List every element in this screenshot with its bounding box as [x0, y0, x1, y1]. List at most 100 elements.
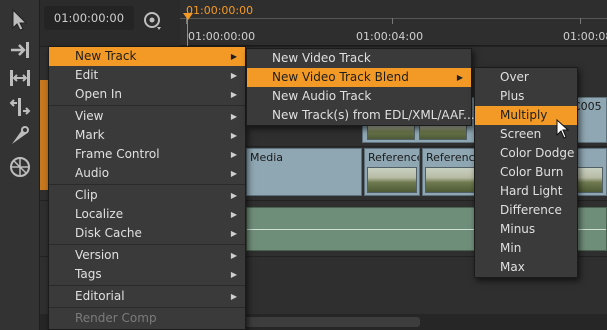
menu-item-frame-control[interactable]: Frame Control ▶ [49, 145, 245, 164]
track-select-tool-icon[interactable] [8, 38, 32, 62]
clip-thumbnail [367, 167, 417, 193]
menu-item-label: New Video Track [272, 51, 371, 65]
new-track-submenu: New Video Track New Video Track Blend ▶ New… [246, 48, 475, 126]
menu-item-label: New Track [75, 49, 137, 63]
menu-item-label: Max [500, 260, 525, 274]
menu-item-label: Min [500, 241, 522, 255]
razor-tool-icon[interactable] [8, 124, 32, 148]
menu-item-clip[interactable]: Clip ▶ [49, 186, 245, 205]
blend-item-minus[interactable]: Minus [475, 220, 577, 239]
menu-item-new-track[interactable]: New Track ▶ [49, 47, 245, 66]
playhead-marker[interactable] [183, 13, 193, 20]
blend-item-max[interactable]: Max [475, 258, 577, 277]
submenu-arrow-icon: ▶ [230, 52, 237, 61]
new-track-item-new-video-track[interactable]: New Video Track [247, 49, 471, 68]
reference-clip[interactable]: Reference [364, 148, 420, 196]
submenu-arrow-icon: ▶ [230, 169, 237, 178]
menu-item-label: Multiply [500, 108, 548, 122]
menu-item-label: New Track(s) from EDL/XML/AAF... [272, 108, 475, 122]
submenu-arrow-icon: ▶ [230, 71, 237, 80]
submenu-arrow-icon: ▶ [230, 210, 237, 219]
menu-item-label: Minus [500, 222, 536, 236]
submenu-arrow-icon: ▶ [456, 73, 463, 82]
menu-item-label: Audio [75, 166, 110, 180]
submenu-arrow-icon: ▶ [230, 229, 237, 238]
clip-thumbnail [425, 167, 475, 193]
menu-item-label: Color Burn [500, 165, 564, 179]
media-clip[interactable]: Media [246, 148, 362, 196]
menu-item-mark[interactable]: Mark ▶ [49, 126, 245, 145]
blend-item-min[interactable]: Min [475, 239, 577, 258]
menu-separator [49, 244, 245, 245]
blend-item-hard-light[interactable]: Hard Light [475, 182, 577, 201]
menu-item-tags[interactable]: Tags ▶ [49, 265, 245, 284]
menu-item-label: Tags [75, 267, 102, 281]
menu-item-disk-cache[interactable]: Disk Cache ▶ [49, 224, 245, 243]
tool-strip [0, 0, 40, 330]
timecode-display[interactable]: 01:00:00:00 [44, 6, 134, 30]
submenu-arrow-icon: ▶ [230, 251, 237, 260]
menu-separator [49, 307, 245, 308]
menu-item-label: Clip [75, 188, 98, 202]
submenu-arrow-icon: ▶ [230, 90, 237, 99]
menu-separator [49, 285, 245, 286]
blend-item-color-burn[interactable]: Color Burn [475, 163, 577, 182]
new-track-item-new-video-track-blend[interactable]: New Video Track Blend ▶ [247, 68, 471, 87]
menu-item-label: Render Comp [75, 311, 157, 325]
menu-item-label: View [75, 109, 104, 123]
playhead-timecode: 01:00:00:00 [186, 4, 254, 17]
menu-item-label: Hard Light [500, 184, 563, 198]
menu-item-label: Open In [75, 87, 123, 101]
menu-item-label: New Video Track Blend [272, 70, 409, 84]
blend-item-difference[interactable]: Difference [475, 201, 577, 220]
ruler-label: 01:00:08: [563, 30, 607, 43]
submenu-arrow-icon: ▶ [230, 150, 237, 159]
menu-item-label: Mark [75, 128, 105, 142]
new-track-item-new-track-s-from-edl-xml-aaf[interactable]: New Track(s) from EDL/XML/AAF... [247, 106, 475, 125]
menu-item-editorial[interactable]: Editorial ▶ [49, 287, 245, 306]
blend-mode-submenu: Over Plus Multiply Screen Color Dodge Color B… [474, 67, 578, 278]
menu-item-version[interactable]: Version ▶ [49, 246, 245, 265]
submenu-arrow-icon: ▶ [230, 191, 237, 200]
menu-item-label: Frame Control [75, 147, 160, 161]
menu-item-edit[interactable]: Edit ▶ [49, 66, 245, 85]
multi-view-tool-icon[interactable] [8, 155, 32, 179]
menu-item-view[interactable]: View ▶ [49, 107, 245, 126]
submenu-arrow-icon: ▶ [230, 292, 237, 301]
menu-item-label: Difference [500, 203, 562, 217]
menu-separator [49, 184, 245, 185]
mouse-cursor-icon [556, 118, 570, 139]
menu-item-label: Localize [75, 207, 124, 221]
menu-item-label: Version [75, 248, 120, 262]
menu-item-open-in[interactable]: Open In ▶ [49, 85, 245, 104]
context-menu: New Track ▶ Edit ▶ Open In ▶ View ▶ Mark ▶ Frame C… [48, 46, 246, 330]
submenu-arrow-icon: ▶ [230, 270, 237, 279]
pointer-tool-icon[interactable] [8, 8, 32, 32]
menu-item-label: Edit [75, 68, 99, 82]
ruler-tick [392, 18, 393, 24]
menu-item-render-comp: Render Comp [49, 309, 245, 328]
slip-tool-icon[interactable] [8, 66, 32, 90]
ruler-label: 01:00:00:00 [188, 30, 256, 43]
new-track-item-new-audio-track[interactable]: New Audio Track [247, 87, 471, 106]
ruler-baseline [180, 18, 607, 19]
blend-item-plus[interactable]: Plus [475, 87, 577, 106]
scrollbar-thumb[interactable] [240, 317, 420, 327]
menu-item-label: Plus [500, 89, 525, 103]
target-icon[interactable] [142, 10, 162, 30]
submenu-arrow-icon: ▶ [230, 131, 237, 140]
blend-item-color-dodge[interactable]: Color Dodge [475, 144, 577, 163]
menu-item-label: Screen [500, 127, 542, 141]
ruler-label: 01:00:04:00 [356, 30, 424, 43]
menu-item-localize[interactable]: Localize ▶ [49, 205, 245, 224]
roll-tool-icon[interactable] [8, 95, 32, 119]
menu-item-label: Editorial [75, 289, 125, 303]
blend-item-over[interactable]: Over [475, 68, 577, 87]
ruler-tick [580, 18, 581, 24]
timeline-ruler[interactable]: 01:00:00:00 01:00:00:00 01:00:04:00 01:0… [180, 0, 607, 46]
reference-clip[interactable]: Reference [422, 148, 478, 196]
clip-label: Media [250, 151, 284, 164]
menu-item-label: Disk Cache [75, 226, 142, 240]
menu-separator [49, 105, 245, 106]
menu-item-audio[interactable]: Audio ▶ [49, 164, 245, 183]
